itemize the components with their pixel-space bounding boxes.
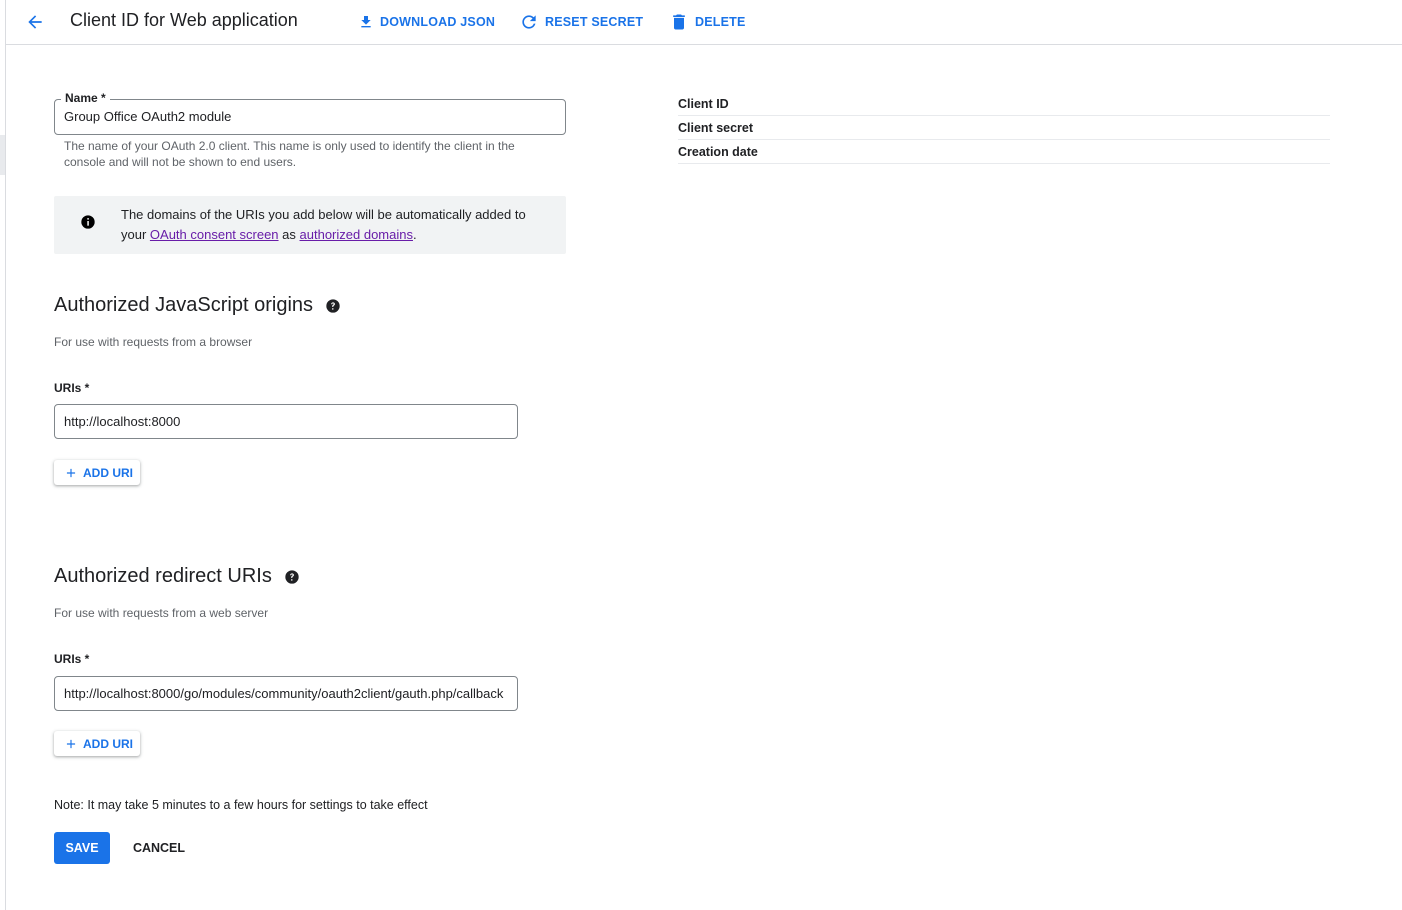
- name-field-label: Name *: [61, 91, 110, 105]
- client-secret-label: Client secret: [678, 120, 754, 135]
- info-text-middle: as: [278, 227, 300, 242]
- help-circle-icon[interactable]: [284, 569, 300, 585]
- page-title: Client ID for Web application: [70, 10, 298, 30]
- redirect-uri-input[interactable]: http://localhost:8000/go/modules/communi…: [64, 686, 510, 701]
- redirect-uris-subtitle: For use with requests from a web server: [54, 606, 269, 620]
- download-icon: [361, 16, 371, 28]
- js-origins-subtitle: For use with requests from a browser: [54, 335, 253, 349]
- redirect-uris-label: URIs *: [54, 652, 90, 666]
- client-id-row: Client ID: [678, 92, 1330, 116]
- client-id-label: Client ID: [678, 96, 729, 111]
- add-redirect-uri-button[interactable]: ADD URI: [54, 731, 140, 756]
- left-rail-indicator: [0, 135, 5, 175]
- left-rail: [0, 0, 6, 910]
- help-circle-icon[interactable]: [325, 298, 341, 314]
- js-origins-uris-label: URIs *: [54, 381, 90, 395]
- arrow-left-icon: [28, 15, 42, 29]
- delete-label: DELETE: [695, 15, 746, 29]
- cancel-button[interactable]: CANCEL: [124, 832, 194, 864]
- client-secret-row: Client secret: [678, 116, 1330, 140]
- redirect-uris-title: Authorized redirect URIs: [54, 565, 300, 588]
- js-origin-uri-input[interactable]: http://localhost:8000: [64, 414, 510, 429]
- info-text-after: .: [412, 227, 417, 242]
- reset-secret-button[interactable]: RESET SECRET: [519, 12, 643, 32]
- save-button[interactable]: SAVE: [54, 832, 110, 864]
- redirect-uris-title-text: Authorized redirect URIs: [54, 565, 272, 587]
- js-origin-uri-field[interactable]: http://localhost:8000: [54, 404, 518, 439]
- settings-note: Note: It may take 5 minutes to a few hou…: [54, 798, 428, 812]
- info-icon: [81, 215, 95, 229]
- creation-date-label: Creation date: [678, 144, 758, 159]
- oauth-consent-screen-link[interactable]: OAuth consent screen: [150, 227, 279, 242]
- back-button[interactable]: [20, 7, 50, 37]
- authorized-domains-link[interactable]: authorized domains: [300, 227, 413, 242]
- js-origins-title-text: Authorized JavaScript origins: [54, 294, 314, 316]
- delete-button[interactable]: DELETE: [669, 12, 746, 32]
- reset-secret-label: RESET SECRET: [545, 15, 644, 29]
- name-input[interactable]: Group Office OAuth2 module: [64, 109, 231, 124]
- js-origins-title: Authorized JavaScript origins: [54, 294, 341, 317]
- page-header: Client ID for Web application DOWNLOAD J…: [6, 0, 1402, 45]
- add-uri-label: ADD URI: [83, 465, 133, 480]
- domains-info-box: The domains of the URIs you add below wi…: [54, 196, 566, 254]
- info-text: The domains of the URIs you add below wi…: [121, 205, 551, 245]
- name-help-text: The name of your OAuth 2.0 client. This …: [64, 139, 515, 169]
- name-field[interactable]: Name * Group Office OAuth2 module: [54, 91, 566, 135]
- plus-icon: [66, 739, 76, 748]
- add-uri-label: ADD URI: [83, 736, 133, 751]
- trash-icon: [673, 14, 685, 30]
- add-js-origin-uri-button[interactable]: ADD URI: [54, 460, 140, 485]
- plus-icon: [66, 468, 76, 477]
- client-details-panel: Client ID Client secret Creation date: [678, 92, 1330, 164]
- download-json-label: DOWNLOAD JSON: [380, 15, 496, 29]
- download-json-button[interactable]: DOWNLOAD JSON: [358, 12, 495, 32]
- creation-date-row: Creation date: [678, 140, 1330, 164]
- refresh-icon: [522, 15, 536, 29]
- redirect-uri-field[interactable]: http://localhost:8000/go/modules/communi…: [54, 676, 518, 711]
